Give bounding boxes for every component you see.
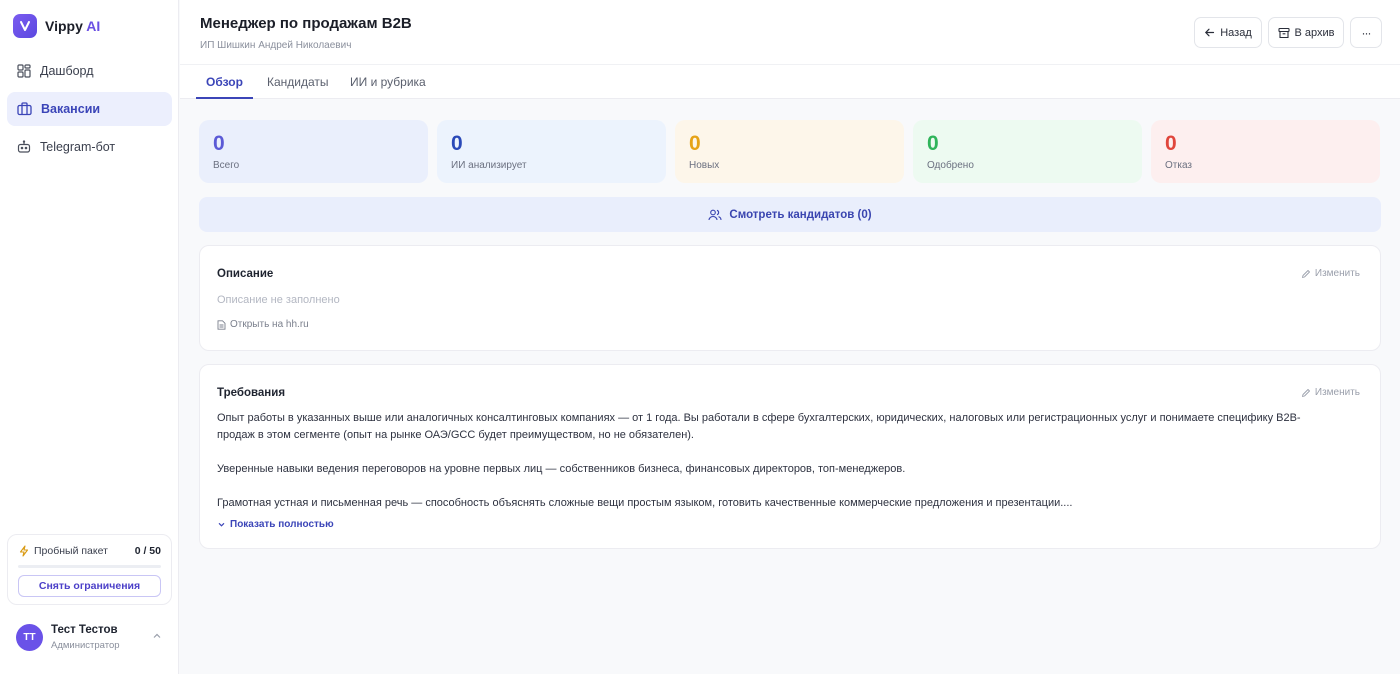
archive-icon bbox=[1277, 27, 1290, 38]
chevron-down-icon bbox=[218, 522, 225, 527]
sidebar: Vippy AI Дашборд Вакансии Telegram-бот П… bbox=[0, 0, 179, 674]
user-name: Тест Тестов bbox=[51, 623, 118, 636]
trial-progress-bar bbox=[18, 565, 161, 568]
sidebar-item-label: Вакансии bbox=[41, 102, 101, 116]
stat-value: 0 bbox=[689, 132, 701, 155]
requirements-paragraph: Грамотная устная и письменная речь — спо… bbox=[217, 497, 1073, 509]
stat-card-rejected: 0 Отказ bbox=[1151, 120, 1380, 183]
stat-card-approved: 0 Одобрено bbox=[913, 120, 1142, 183]
bot-icon bbox=[17, 140, 31, 153]
grid-icon bbox=[17, 64, 31, 78]
stat-value: 0 bbox=[1165, 132, 1177, 155]
logo-icon bbox=[13, 14, 37, 38]
stat-value: 0 bbox=[927, 132, 939, 155]
user-profile[interactable]: ТТ Тест Тестов Администратор bbox=[16, 620, 166, 654]
back-button[interactable]: Назад bbox=[1194, 17, 1262, 48]
view-candidates-button[interactable]: Смотреть кандидатов (0) bbox=[199, 197, 1381, 232]
user-role: Администратор bbox=[51, 639, 120, 651]
stat-label: Всего bbox=[213, 160, 240, 171]
sidebar-nav: Дашборд Вакансии Telegram-бот bbox=[7, 54, 172, 168]
brand-name-text: Vippy bbox=[45, 18, 83, 34]
requirements-card: Требования Изменить Опыт работы в указан… bbox=[199, 364, 1381, 549]
sidebar-item-vacancies[interactable]: Вакансии bbox=[7, 92, 172, 126]
document-icon bbox=[217, 319, 226, 330]
more-options-button[interactable]: ··· bbox=[1350, 17, 1382, 48]
tab-candidates[interactable]: Кандидаты bbox=[267, 65, 329, 99]
pencil-icon bbox=[1301, 269, 1310, 278]
brand-name: Vippy AI bbox=[45, 18, 100, 34]
edit-label: Изменить bbox=[1314, 268, 1360, 279]
requirements-title: Требования bbox=[217, 387, 286, 399]
stat-label: Одобрено bbox=[927, 160, 974, 171]
edit-requirements-link[interactable]: Изменить bbox=[1301, 387, 1360, 398]
stat-card-new: 0 Новых bbox=[675, 120, 904, 183]
pencil-icon bbox=[1301, 388, 1310, 397]
sidebar-item-telegram-bot[interactable]: Telegram-бот bbox=[7, 130, 172, 164]
sidebar-item-label: Дашборд bbox=[40, 64, 94, 78]
remove-limits-button[interactable]: Снять ограничения bbox=[18, 575, 161, 597]
archive-button-label: В архив bbox=[1294, 26, 1335, 39]
archive-button[interactable]: В архив bbox=[1268, 17, 1344, 48]
avatar: ТТ bbox=[16, 623, 43, 651]
active-tab-indicator bbox=[196, 97, 253, 99]
back-button-label: Назад bbox=[1220, 26, 1252, 39]
open-hh-link[interactable]: Открыть на hh.ru bbox=[217, 319, 309, 330]
show-more-label: Показать полностью bbox=[230, 519, 334, 530]
brand-ai-text: AI bbox=[86, 18, 101, 34]
requirements-paragraph: Опыт работы в указанных выше или аналоги… bbox=[217, 412, 1301, 441]
page-header: Менеджер по продажам B2B ИП Шишкин Андре… bbox=[180, 0, 1400, 65]
stat-card-total: 0 Всего bbox=[199, 120, 428, 183]
arrow-left-icon bbox=[1205, 28, 1215, 37]
chevron-up-icon[interactable] bbox=[152, 631, 162, 641]
stat-card-ai-analyzing: 0 ИИ анализирует bbox=[437, 120, 666, 183]
stat-label: ИИ анализирует bbox=[451, 160, 527, 171]
page-subtitle: ИП Шишкин Андрей Николаевич bbox=[200, 40, 352, 51]
show-more-link[interactable]: Показать полностью bbox=[217, 519, 334, 530]
more-icon: ··· bbox=[1361, 25, 1372, 40]
trial-label-text: Пробный пакет bbox=[34, 545, 108, 557]
trial-count: 0 / 50 bbox=[134, 545, 161, 557]
description-card: Описание Изменить Описание не заполнено … bbox=[199, 245, 1381, 351]
edit-label: Изменить bbox=[1314, 387, 1360, 398]
lightning-icon bbox=[19, 545, 29, 557]
users-icon bbox=[708, 209, 722, 220]
page-title: Менеджер по продажам B2B bbox=[200, 15, 412, 32]
trial-card: Пробный пакет 0 / 50 Снять ограничения bbox=[7, 534, 172, 605]
stat-label: Новых bbox=[689, 160, 720, 171]
tab-ai-rubric[interactable]: ИИ и рубрика bbox=[350, 65, 426, 99]
edit-description-link[interactable]: Изменить bbox=[1301, 268, 1360, 279]
description-title: Описание bbox=[217, 268, 274, 280]
trial-label: Пробный пакет bbox=[18, 545, 108, 557]
sidebar-item-dashboard[interactable]: Дашборд bbox=[7, 54, 172, 88]
stat-value: 0 bbox=[451, 132, 463, 155]
stat-value: 0 bbox=[213, 132, 225, 155]
brand[interactable]: Vippy AI bbox=[13, 14, 100, 38]
sidebar-item-label: Telegram-бот bbox=[40, 140, 116, 154]
description-empty-text: Описание не заполнено bbox=[217, 294, 340, 306]
tabs-bar: Обзор Кандидаты ИИ и рубрика bbox=[180, 65, 1400, 99]
stat-label: Отказ bbox=[1165, 160, 1192, 171]
briefcase-icon bbox=[17, 102, 32, 116]
view-candidates-label: Смотреть кандидатов (0) bbox=[729, 208, 872, 221]
tab-overview[interactable]: Обзор bbox=[206, 65, 243, 99]
open-hh-label: Открыть на hh.ru bbox=[230, 319, 309, 330]
requirements-paragraph: Уверенные навыки ведения переговоров на … bbox=[217, 463, 906, 475]
